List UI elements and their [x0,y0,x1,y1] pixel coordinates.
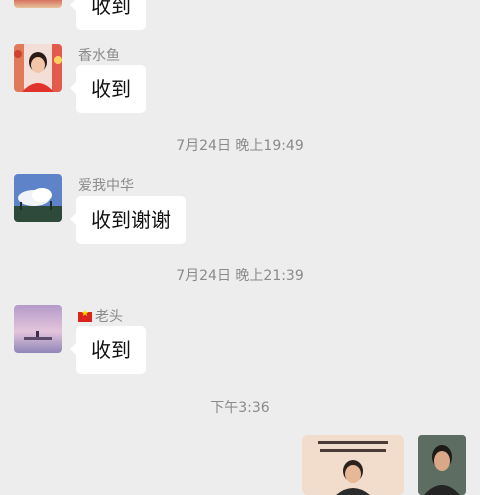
sender-name-text: 老头 [95,309,123,325]
timestamp: 下午3:36 [210,400,270,416]
avatar-photo [14,44,62,92]
avatar[interactable] [14,305,62,353]
video-thumbnail [302,435,404,495]
avatar[interactable] [14,0,62,8]
message-bubble[interactable]: 收到 [70,65,146,113]
avatar-photo [14,305,62,353]
video-card[interactable] [302,435,404,495]
message-bubble[interactable]: 收到 [70,326,146,374]
avatar-photo [418,435,466,495]
message-bubble[interactable]: 收到 [70,0,146,30]
timestamp: 7月24日 晚上19:49 [176,138,304,154]
avatar-photo [14,174,62,222]
timestamp: 7月24日 晚上21:39 [176,268,304,284]
self-avatar[interactable] [418,435,466,495]
avatar[interactable] [14,44,62,92]
sender-name: 老头 [78,306,123,326]
sender-name: 香水鱼 [78,48,120,64]
flag-icon [78,309,92,322]
message-bubble[interactable]: 收到谢谢 [70,196,186,244]
avatar[interactable] [14,174,62,222]
sender-name: 爱我中华 [78,178,134,194]
